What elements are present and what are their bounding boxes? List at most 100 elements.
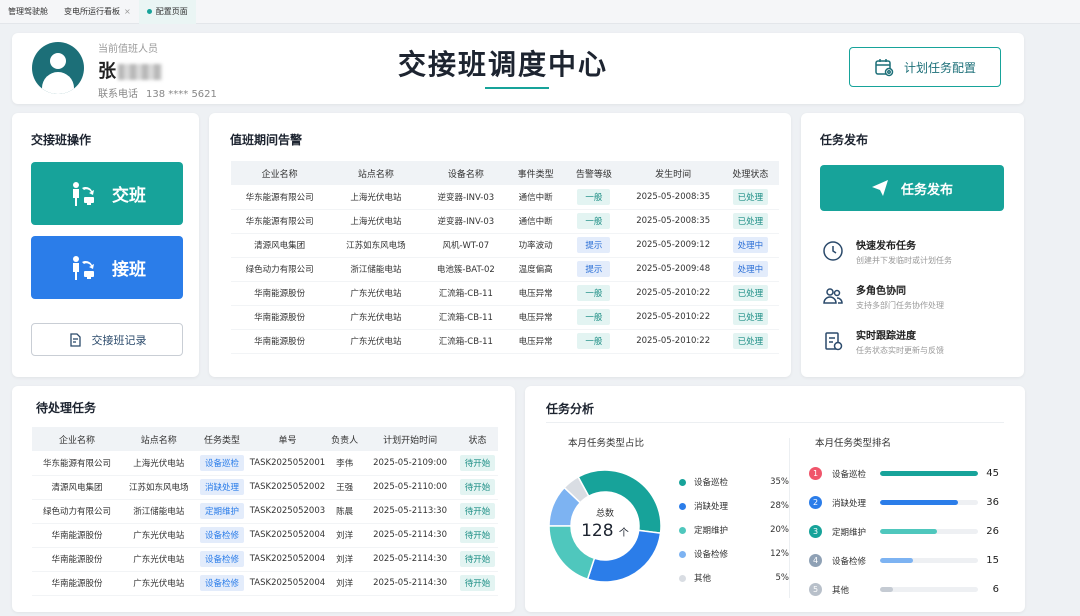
- legend-item: 消缺处理 28%: [679, 500, 789, 512]
- cell-time: 2025-05-2009:12: [624, 233, 722, 258]
- col-header: 站点名称: [328, 161, 424, 185]
- table-row[interactable]: 清源风电集团 江苏如东风电场 风机-WT-07 功率波动 提示 2025-05-2009:…: [231, 233, 779, 258]
- cell-status: 待开始: [457, 547, 498, 572]
- cell-station: 广东光伏电站: [328, 329, 424, 354]
- table-row[interactable]: 华南能源股份 广东光伏电站 汇流箱-CB-11 电压异常 一般 2025-05-2010:…: [231, 329, 779, 354]
- table-row[interactable]: 绿色动力有限公司 浙江储能电站 电池簇-BAT-02 温度偏高 提示 2025-05-20…: [231, 257, 779, 282]
- feature-desc: 支持多部门任务协作处理: [856, 301, 944, 310]
- rank-value: 26: [986, 526, 999, 537]
- cell-time: 2025-05-2114:30: [363, 547, 458, 572]
- cell-device: 电池簇-BAT-02: [423, 257, 509, 282]
- feature-multi-role: 多角色协同支持多部门任务协作处理: [822, 282, 944, 311]
- rank-value: 45: [986, 468, 999, 479]
- header-card: 当前值班人员 张 联系电话 138 **** 5621 交接班调度中心 计划任务配…: [12, 33, 1024, 104]
- cell-event: 通信中断: [508, 209, 564, 234]
- table-row[interactable]: 华南能源股份 广东光伏电站 汇流箱-CB-11 电压异常 一般 2025-05-2010:…: [231, 305, 779, 330]
- publish-task-button[interactable]: 任务发布: [820, 165, 1004, 211]
- rank-bar: [880, 587, 894, 592]
- cell-status: 已处理: [721, 281, 779, 306]
- status-badge: 已处理: [732, 188, 769, 205]
- status-badge: 待开始: [459, 575, 496, 591]
- cell-owner: 刘洋: [326, 571, 364, 596]
- analysis-panel: 任务分析 本月任务类型占比 本月任务类型排名 总数 128 个 设备巡检 35% 消…: [525, 386, 1025, 612]
- status-badge: 已处理: [732, 213, 769, 229]
- cell-level: 一般: [563, 185, 625, 210]
- analysis-title: 任务分析: [546, 402, 595, 416]
- rank-item: 4 设备检修 15: [809, 554, 999, 567]
- cell-event: 通信中断: [508, 185, 564, 210]
- cell-device: 风机-WT-07: [423, 233, 509, 258]
- cell-time: 2025-05-2010:22: [624, 329, 722, 354]
- cell-time: 2025-05-2010:22: [624, 305, 722, 330]
- table-row[interactable]: 华南能源股份 广东光伏电站 设备检修 TASK2025052004 刘洋 2025-05-…: [32, 571, 498, 596]
- type-tag: 设备检修: [200, 575, 245, 591]
- cell-station: 广东光伏电站: [121, 571, 196, 596]
- type-tag: 定期维护: [200, 503, 245, 519]
- status-badge: 处理中: [732, 261, 769, 277]
- phone-label: 联系电话: [98, 89, 138, 100]
- pending-table-header: 企业名称 站点名称 任务类型 单号 负责人 计划开始时间 状态: [32, 427, 498, 451]
- tab-label: 变电所运行看板: [64, 7, 120, 16]
- table-row[interactable]: 清源风电集团 江苏如东风电场 消缺处理 TASK2025052002 王强 2025-05…: [32, 475, 498, 500]
- alarm-table: 企业名称 站点名称 设备名称 事件类型 告警等级 发生时间 处理状态 华东能源有…: [231, 161, 779, 354]
- cell-owner: 王强: [326, 475, 364, 500]
- col-header: 任务类型: [195, 427, 249, 451]
- col-header: 告警等级: [563, 161, 625, 185]
- rank-item: 1 设备巡检 45: [809, 467, 999, 480]
- alarm-title: 值班期间告警: [230, 133, 303, 147]
- person-switch-icon: [73, 181, 94, 206]
- table-row[interactable]: 华南能源股份 广东光伏电站 设备检修 TASK2025052004 刘洋 2025-05-…: [32, 547, 498, 572]
- plan-config-button[interactable]: 计划任务配置: [849, 47, 1001, 87]
- table-row[interactable]: 华东能源有限公司 上海光伏电站 设备巡检 TASK2025052001 李伟 2025-0…: [32, 451, 498, 476]
- table-row[interactable]: 华南能源股份 广东光伏电站 汇流箱-CB-11 电压异常 一般 2025-05-2010:…: [231, 281, 779, 306]
- cell-device: 汇流箱-CB-11: [423, 281, 509, 306]
- tab-cockpit[interactable]: 管理驾驶舱: [0, 0, 56, 24]
- type-tag: 设备检修: [200, 527, 245, 543]
- active-dot-icon: [146, 9, 152, 14]
- rank-label: 设备检修: [832, 556, 867, 567]
- legend-percent: 35%: [770, 477, 789, 487]
- rank-number: 1: [809, 467, 822, 480]
- handover-record-button[interactable]: 交接班记录: [31, 323, 183, 356]
- cell-status: 已处理: [721, 209, 779, 234]
- table-row[interactable]: 绿色动力有限公司 浙江储能电站 定期维护 TASK2025052003 陈晨 2025-0…: [32, 499, 498, 524]
- cell-station: 上海光伏电站: [121, 451, 196, 476]
- cell-level: 一般: [563, 281, 625, 306]
- plan-config-label: 计划任务配置: [903, 60, 976, 75]
- tab-config-page[interactable]: 配置页面: [138, 0, 196, 24]
- col-header: 事件类型: [508, 161, 564, 185]
- cell-company: 华南能源股份: [231, 281, 329, 306]
- legend-dot: [679, 526, 686, 534]
- table-row[interactable]: 华南能源股份 广东光伏电站 设备检修 TASK2025052004 刘洋 2025-05-…: [32, 523, 498, 548]
- cell-station: 广东光伏电站: [328, 281, 424, 306]
- cell-type: 设备巡检: [195, 451, 249, 476]
- table-row[interactable]: 华东能源有限公司 上海光伏电站 逆变器-INV-03 通信中断 一般 2025-05-20…: [231, 209, 779, 234]
- feature-title: 多角色协同: [856, 286, 906, 297]
- rank-bar: [880, 529, 937, 534]
- close-icon[interactable]: ×: [124, 7, 131, 16]
- rank-number: 5: [809, 583, 822, 596]
- duty-name-text: 张: [98, 61, 116, 82]
- legend-dot: [679, 550, 686, 558]
- legend-percent: 20%: [770, 525, 789, 535]
- takeover-button[interactable]: 接班: [31, 236, 183, 299]
- cell-owner: 刘洋: [326, 523, 364, 548]
- pending-table: 企业名称 站点名称 任务类型 单号 负责人 计划开始时间 状态 华东能源有限公司…: [32, 427, 498, 596]
- table-row[interactable]: 华东能源有限公司 上海光伏电站 逆变器-INV-03 通信中断 一般 2025-05-20…: [231, 185, 779, 210]
- cell-id: TASK2025052001: [248, 451, 327, 476]
- legend-label: 设备检修: [694, 550, 729, 560]
- type-tag: 设备检修: [200, 551, 245, 567]
- legend-label: 其他: [694, 574, 712, 584]
- status-badge: 待开始: [459, 479, 496, 495]
- handover-button[interactable]: 交班: [31, 162, 183, 225]
- col-header: 状态: [457, 427, 498, 451]
- cell-status: 待开始: [457, 499, 498, 524]
- publish-panel: 任务发布 任务发布 快速发布任务 创建并下发临时或计划任务 多角色协同 支持多部门任…: [801, 113, 1024, 377]
- cell-time: 2025-05-2110:00: [363, 475, 458, 500]
- duty-name: 张: [98, 57, 162, 83]
- cell-device: 逆变器-INV-03: [423, 209, 509, 234]
- level-badge: 提示: [577, 261, 611, 277]
- cell-company: 华南能源股份: [231, 305, 329, 330]
- name-blur: [118, 64, 162, 80]
- tab-substation-board[interactable]: 变电所运行看板 ×: [56, 0, 139, 24]
